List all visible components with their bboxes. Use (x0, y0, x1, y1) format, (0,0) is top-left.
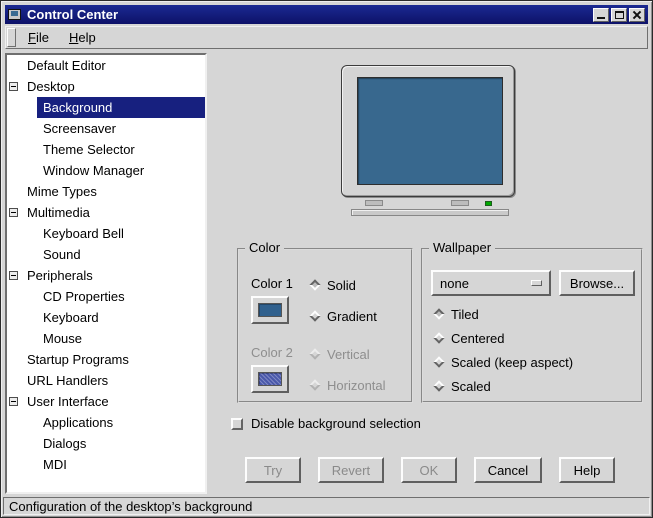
tree-item-applications[interactable]: Applications (7, 412, 205, 433)
tree-item-default-editor[interactable]: Default Editor (7, 55, 205, 76)
color2-picker-button[interactable] (251, 365, 289, 393)
tree-item-window-manager[interactable]: Window Manager (7, 160, 205, 181)
status-text: Configuration of the desktop’s backgroun… (9, 499, 252, 514)
action-button-row: Try Revert OK Cancel Help (245, 457, 615, 483)
minimize-icon (597, 17, 605, 19)
tree-item-dialogs[interactable]: Dialogs (7, 433, 205, 454)
menubar-drag-handle[interactable] (7, 28, 16, 47)
menu-help[interactable]: Help (59, 27, 106, 48)
window-icon (8, 9, 21, 20)
tree-item-background[interactable]: Background (7, 97, 205, 118)
radio-gradient[interactable]: Gradient (309, 308, 377, 324)
tree-item-mime-types[interactable]: Mime Types (7, 181, 205, 202)
radio-scaled-keep-aspect[interactable]: Scaled (keep aspect) (433, 354, 573, 370)
ok-button[interactable]: OK (401, 457, 457, 483)
cancel-button[interactable]: Cancel (474, 457, 542, 483)
color-frame: Color Color 1 Solid Gradient Color 2 Ver… (237, 248, 413, 403)
collapse-icon[interactable] (9, 271, 18, 280)
capplet-tree: Default Editor Desktop Background Screen… (5, 53, 207, 494)
wallpaper-select-value: none (440, 276, 469, 291)
maximize-icon (615, 11, 624, 19)
revert-button[interactable]: Revert (318, 457, 384, 483)
wallpaper-frame: Wallpaper none Browse... Tiled Centered … (421, 248, 643, 403)
background-preview (339, 63, 519, 219)
disable-background-label: Disable background selection (251, 416, 421, 431)
power-led-icon (485, 201, 492, 206)
keyboard-icon (351, 209, 509, 216)
radio-vertical[interactable]: Vertical (309, 346, 370, 362)
monitor-foot (451, 200, 469, 206)
tree-item-desktop[interactable]: Desktop (7, 76, 205, 97)
color2-swatch (258, 372, 282, 386)
tree-item-multimedia[interactable]: Multimedia (7, 202, 205, 223)
radio-on-icon (433, 308, 444, 319)
monitor-screen-preview (357, 77, 503, 185)
close-button[interactable] (629, 8, 645, 22)
collapse-icon[interactable] (9, 82, 18, 91)
tree-item-sound[interactable]: Sound (7, 244, 205, 265)
monitor-foot (365, 200, 383, 206)
radio-off-icon (433, 356, 444, 367)
minimize-button[interactable] (593, 8, 609, 22)
radio-off-icon (309, 310, 320, 321)
wallpaper-select[interactable]: none (431, 270, 551, 296)
checkbox-unchecked-icon (231, 418, 243, 430)
tree-item-mdi[interactable]: MDI (7, 454, 205, 475)
wallpaper-frame-title: Wallpaper (429, 241, 495, 255)
collapse-icon[interactable] (9, 397, 18, 406)
help-button[interactable]: Help (559, 457, 615, 483)
tree-item-theme-selector[interactable]: Theme Selector (7, 139, 205, 160)
tree-item-user-interface[interactable]: User Interface (7, 391, 205, 412)
radio-solid[interactable]: Solid (309, 277, 356, 293)
color2-label: Color 2 (251, 345, 293, 361)
maximize-button[interactable] (611, 8, 627, 22)
radio-scaled[interactable]: Scaled (433, 378, 491, 394)
titlebar[interactable]: Control Center (5, 5, 648, 24)
window-title: Control Center (27, 7, 118, 22)
tree-item-mouse[interactable]: Mouse (7, 328, 205, 349)
color1-picker-button[interactable] (251, 296, 289, 324)
status-bar: Configuration of the desktop’s backgroun… (3, 497, 650, 515)
control-center-window: Control Center File Help Default Editor … (0, 0, 653, 518)
browse-button[interactable]: Browse... (559, 270, 635, 296)
color1-label: Color 1 (251, 276, 293, 292)
tree-item-peripherals[interactable]: Peripherals (7, 265, 205, 286)
radio-centered[interactable]: Centered (433, 330, 504, 346)
radio-off-icon (309, 379, 320, 390)
tree-item-screensaver[interactable]: Screensaver (7, 118, 205, 139)
menubar: File Help (5, 26, 648, 49)
collapse-icon[interactable] (9, 208, 18, 217)
menu-file[interactable]: File (18, 27, 59, 48)
radio-off-icon (433, 332, 444, 343)
color-frame-title: Color (245, 241, 284, 255)
color1-swatch (258, 303, 282, 317)
tree-item-cd-properties[interactable]: CD Properties (7, 286, 205, 307)
tree-item-url-handlers[interactable]: URL Handlers (7, 370, 205, 391)
radio-off-icon (433, 380, 444, 391)
monitor-icon (341, 65, 515, 197)
option-menu-indicator-icon (531, 280, 542, 286)
tree-item-startup-programs[interactable]: Startup Programs (7, 349, 205, 370)
disable-background-checkbox[interactable]: Disable background selection (231, 416, 421, 431)
radio-horizontal[interactable]: Horizontal (309, 377, 386, 393)
tree-item-keyboard[interactable]: Keyboard (7, 307, 205, 328)
radio-on-icon (309, 279, 320, 290)
tree-item-keyboard-bell[interactable]: Keyboard Bell (7, 223, 205, 244)
radio-tiled[interactable]: Tiled (433, 306, 479, 322)
radio-off-icon (309, 348, 320, 359)
try-button[interactable]: Try (245, 457, 301, 483)
